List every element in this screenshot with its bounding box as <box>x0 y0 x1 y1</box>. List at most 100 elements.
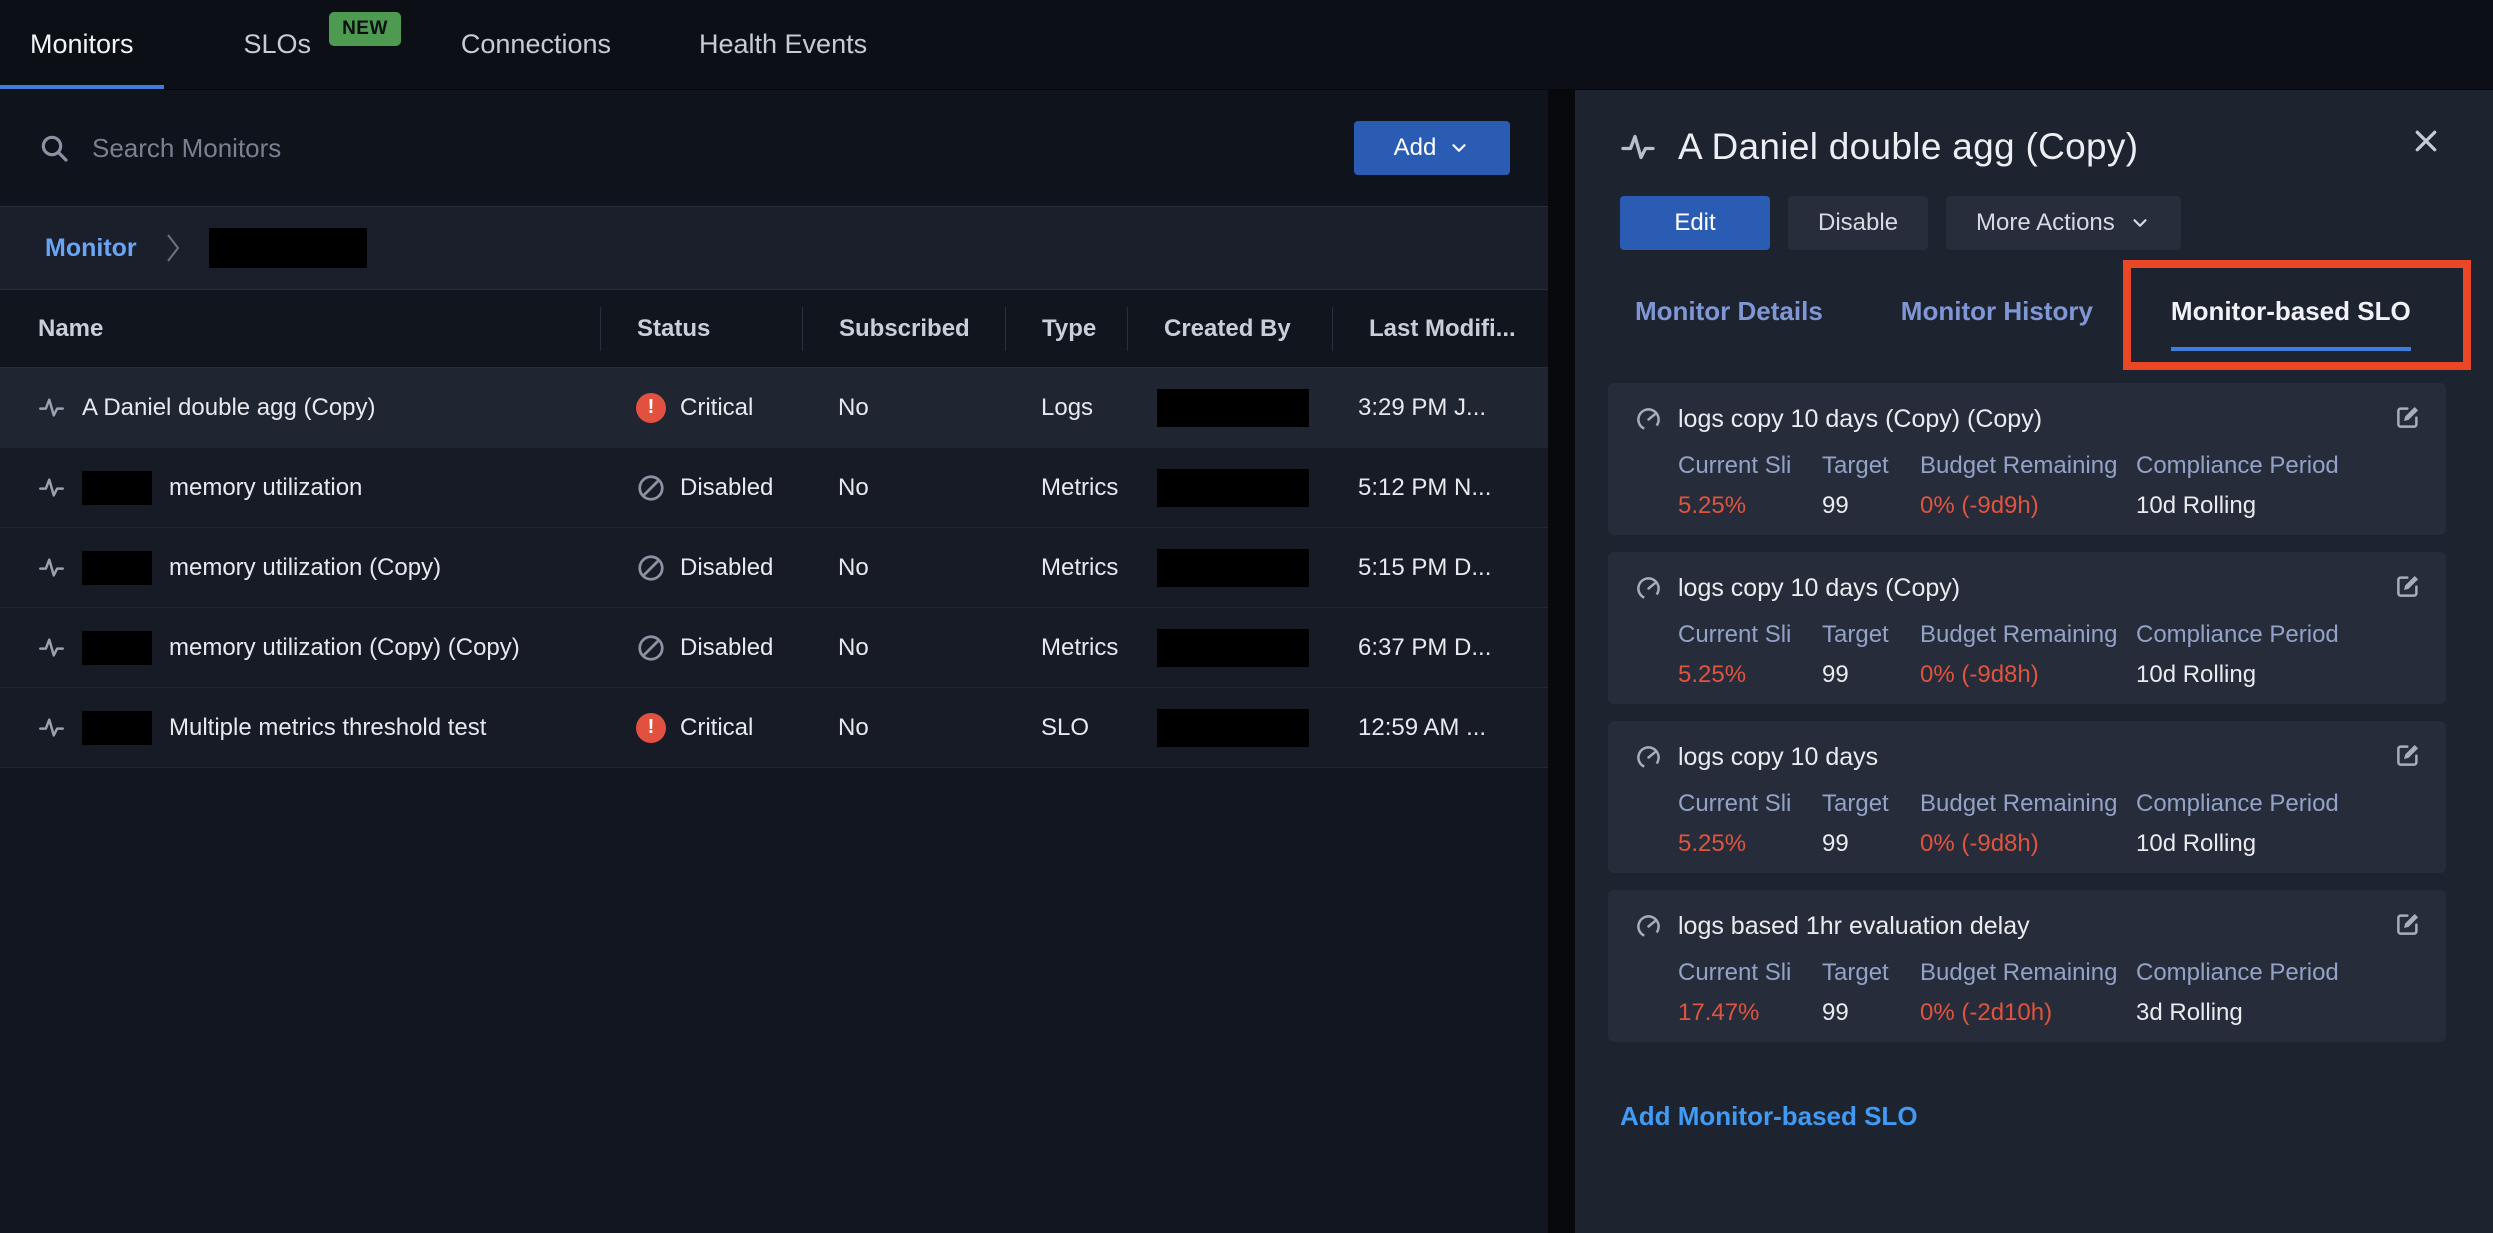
redacted-created-by <box>1157 469 1309 507</box>
monitor-name: Multiple metrics threshold test <box>169 714 486 742</box>
nav-tab-label: Connections <box>461 29 611 60</box>
top-nav: Monitors SLOs NEW Connections Health Eve… <box>0 0 2493 90</box>
nav-tab-monitors[interactable]: Monitors <box>0 0 164 89</box>
last-modified-cell: 5:12 PM N... <box>1332 474 1548 502</box>
tab-monitor-details[interactable]: Monitor Details <box>1635 296 1823 351</box>
table-row[interactable]: memory utilization (Copy) Disabled No Me… <box>0 528 1548 608</box>
nav-tab-connections[interactable]: Connections <box>431 0 641 89</box>
slo-gauge-icon <box>1635 744 1662 771</box>
type-cell: Metrics <box>1005 554 1127 582</box>
table-row[interactable]: A Daniel double agg (Copy) ! Critical No… <box>0 368 1548 448</box>
disable-button[interactable]: Disable <box>1788 196 1928 250</box>
current-sli-value: 5.25% <box>1678 492 1822 520</box>
current-sli-value: 5.25% <box>1678 661 1822 689</box>
field-label: Current Sli <box>1678 790 1822 818</box>
slo-name: logs based 1hr evaluation delay <box>1678 912 2030 941</box>
slo-gauge-icon <box>1635 406 1662 433</box>
redacted-name-prefix <box>82 631 152 665</box>
type-cell: Metrics <box>1005 474 1127 502</box>
compliance-period-value: 3d Rolling <box>2136 999 2339 1027</box>
type-cell: Logs <box>1005 394 1127 422</box>
field-label: Current Sli <box>1678 452 1822 480</box>
monitor-name: A Daniel double agg (Copy) <box>82 394 376 422</box>
table-row[interactable]: Multiple metrics threshold test ! Critic… <box>0 688 1548 768</box>
monitor-detail-pane: A Daniel double agg (Copy) Edit Disable … <box>1575 90 2493 1233</box>
field-label: Budget Remaining <box>1920 621 2136 649</box>
disabled-icon <box>636 633 666 663</box>
table-row[interactable]: memory utilization Disabled No Metrics 5… <box>0 448 1548 528</box>
add-monitor-based-slo-link[interactable]: Add Monitor-based SLO <box>1620 1101 1918 1132</box>
edit-slo-icon[interactable] <box>2395 741 2422 768</box>
edit-slo-icon[interactable] <box>2395 572 2422 599</box>
column-header-type[interactable]: Type <box>1005 307 1127 351</box>
monitor-pulse-icon <box>38 394 65 421</box>
add-button-label: Add <box>1394 134 1437 162</box>
more-actions-button[interactable]: More Actions <box>1946 196 2181 250</box>
type-cell: SLO <box>1005 714 1127 742</box>
table-row[interactable]: memory utilization (Copy) (Copy) Disable… <box>0 608 1548 688</box>
slo-name: logs copy 10 days (Copy) (Copy) <box>1678 405 2042 434</box>
tab-monitor-history[interactable]: Monitor History <box>1901 296 2093 351</box>
budget-remaining-value: 0% (-9d8h) <box>1920 661 2136 689</box>
budget-remaining-value: 0% (-9d9h) <box>1920 492 2136 520</box>
target-value: 99 <box>1822 999 1920 1027</box>
slo-card[interactable]: logs copy 10 days (Copy) Current Sli 5.2… <box>1608 552 2446 704</box>
status-text: Disabled <box>680 554 773 582</box>
detail-title: A Daniel double agg (Copy) <box>1678 126 2138 168</box>
edit-button[interactable]: Edit <box>1620 196 1770 250</box>
target-value: 99 <box>1822 492 1920 520</box>
field-label: Target <box>1822 621 1920 649</box>
edit-slo-icon[interactable] <box>2395 910 2422 937</box>
budget-remaining-value: 0% (-9d8h) <box>1920 830 2136 858</box>
redacted-breadcrumb-item <box>209 228 367 268</box>
slo-card[interactable]: logs based 1hr evaluation delay Current … <box>1608 890 2446 1042</box>
monitor-name: memory utilization <box>169 474 362 502</box>
field-label: Budget Remaining <box>1920 959 2136 987</box>
new-badge: NEW <box>329 12 401 46</box>
slo-card[interactable]: logs copy 10 days Current Sli 5.25% Targ… <box>1608 721 2446 873</box>
column-header-name[interactable]: Name <box>0 307 600 351</box>
current-sli-value: 17.47% <box>1678 999 1822 1027</box>
column-header-created-by[interactable]: Created By <box>1127 307 1332 351</box>
nav-tab-label: SLOs <box>244 29 312 60</box>
close-icon[interactable] <box>2411 126 2441 156</box>
column-header-last-modified[interactable]: Last Modifi... <box>1332 307 1548 351</box>
compliance-period-value: 10d Rolling <box>2136 492 2339 520</box>
edit-slo-icon[interactable] <box>2395 403 2422 430</box>
chevron-right-icon <box>163 230 183 266</box>
subscribed-cell: No <box>802 474 1005 502</box>
field-label: Current Sli <box>1678 959 1822 987</box>
field-label: Current Sli <box>1678 621 1822 649</box>
status-text: Disabled <box>680 634 773 662</box>
column-header-subscribed[interactable]: Subscribed <box>802 307 1005 351</box>
budget-remaining-value: 0% (-2d10h) <box>1920 999 2136 1027</box>
monitor-pulse-icon <box>38 634 65 661</box>
monitor-pulse-icon <box>38 554 65 581</box>
redacted-created-by <box>1157 709 1309 747</box>
field-label: Target <box>1822 790 1920 818</box>
more-actions-label: More Actions <box>1976 209 2115 237</box>
subscribed-cell: No <box>802 394 1005 422</box>
redacted-created-by <box>1157 549 1309 587</box>
nav-tab-slos[interactable]: SLOs NEW <box>214 0 431 89</box>
last-modified-cell: 12:59 AM ... <box>1332 714 1548 742</box>
breadcrumb-monitor-link[interactable]: Monitor <box>45 234 137 263</box>
field-label: Budget Remaining <box>1920 452 2136 480</box>
detail-actions: Edit Disable More Actions <box>1620 196 2493 250</box>
monitor-pulse-icon <box>38 714 65 741</box>
compliance-period-value: 10d Rolling <box>2136 830 2339 858</box>
nav-tab-label: Monitors <box>30 29 134 60</box>
redacted-name-prefix <box>82 471 152 505</box>
search-input[interactable] <box>92 133 1354 164</box>
slo-card[interactable]: logs copy 10 days (Copy) (Copy) Current … <box>1608 383 2446 535</box>
redacted-name-prefix <box>82 711 152 745</box>
subscribed-cell: No <box>802 634 1005 662</box>
tab-monitor-based-slo[interactable]: Monitor-based SLO <box>2171 296 2411 351</box>
status-text: Critical <box>680 714 753 742</box>
add-button[interactable]: Add <box>1354 121 1510 175</box>
last-modified-cell: 6:37 PM D... <box>1332 634 1548 662</box>
monitor-name: memory utilization (Copy) (Copy) <box>169 634 520 662</box>
nav-tab-health-events[interactable]: Health Events <box>669 0 897 89</box>
column-header-status[interactable]: Status <box>600 307 802 351</box>
field-label: Compliance Period <box>2136 452 2339 480</box>
